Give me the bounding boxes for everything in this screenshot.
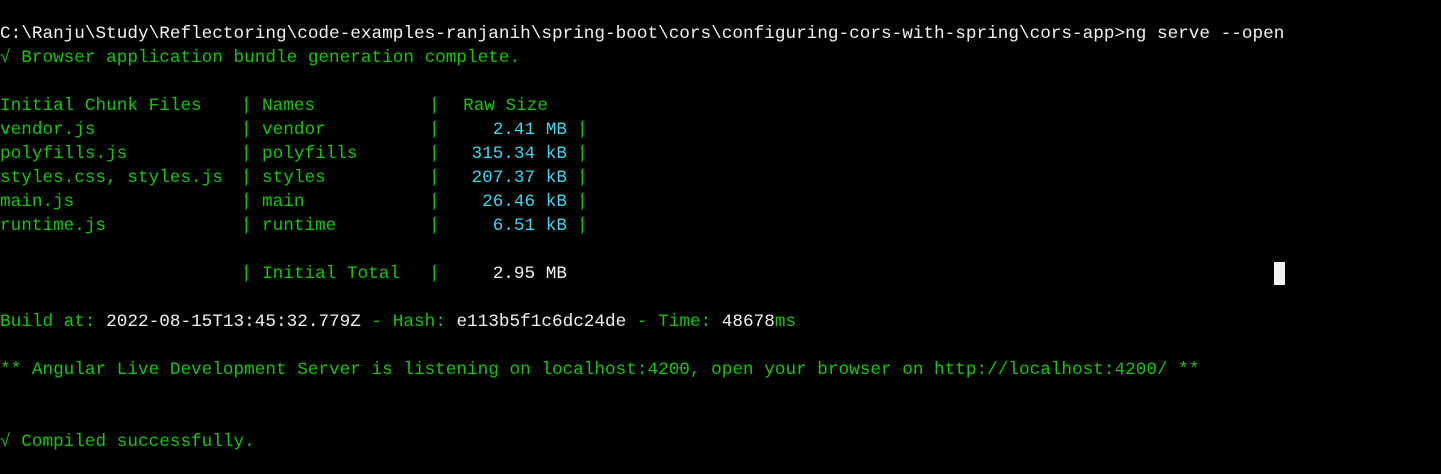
header-names: Names [262,96,316,116]
row-size: 6.51 kB [492,216,567,236]
header-chunk-files: Initial Chunk Files [0,96,202,116]
table-header-row: Initial Chunk Files | Names | Raw Size [0,96,548,116]
command-text: ng serve --open [1125,24,1285,44]
row-size: 315.34 kB [471,144,567,164]
table-row: runtime.js | runtime | 6.51 kB | [0,216,588,236]
bundle-complete-message: √ Browser application bundle generation … [0,48,521,68]
row-size: 2.41 MB [492,120,567,140]
prompt-path: C:\Ranju\Study\Reflectoring\code-example… [0,24,1126,44]
row-file: runtime.js [0,216,107,236]
build-label: Build at: [0,312,107,332]
compiled-success-message: √ Compiled successfully. [0,432,255,452]
build-hash: e113b5f1c6dc24de [456,312,627,332]
total-label: Initial Total [262,264,400,284]
hash-label: - Hash: [360,312,457,332]
row-file: styles.css, styles.js [0,168,223,188]
build-time-unit: ms [774,312,797,332]
header-raw-size: Raw Size [463,96,548,116]
row-name: polyfills [262,144,358,164]
table-row: main.js | main | 26.46 kB | [0,192,588,212]
build-timestamp: 2022-08-15T13:45:32.779Z [106,312,361,332]
row-name: main [262,192,305,212]
row-name: vendor [262,120,326,140]
row-name: runtime [262,216,337,236]
row-file: main.js [0,192,75,212]
table-row: polyfills.js | polyfills | 315.34 kB | [0,144,588,164]
text-cursor [1274,262,1285,285]
build-info-line: Build at: 2022-08-15T13:45:32.779Z - Has… [0,310,796,334]
time-label: - Time: [626,312,722,332]
server-listening-message: ** Angular Live Development Server is li… [0,360,1200,380]
table-total-row: | Initial Total | 2.95 MB [241,264,567,284]
row-name: styles [262,168,326,188]
build-time: 48678 [721,312,775,332]
row-size: 207.37 kB [471,168,567,188]
terminal-window[interactable]: C:\Ranju\Study\Reflectoring\code-example… [0,0,1441,474]
table-row: styles.css, styles.js | styles | 207.37 kB | [0,168,588,188]
row-size: 26.46 kB [482,192,567,212]
total-size: 2.95 MB [492,264,567,284]
command-prompt-line: C:\Ranju\Study\Reflectoring\code-example… [0,22,1284,46]
row-file: vendor.js [0,120,96,140]
row-file: polyfills.js [0,144,128,164]
table-row: vendor.js | vendor | 2.41 MB | [0,120,588,140]
